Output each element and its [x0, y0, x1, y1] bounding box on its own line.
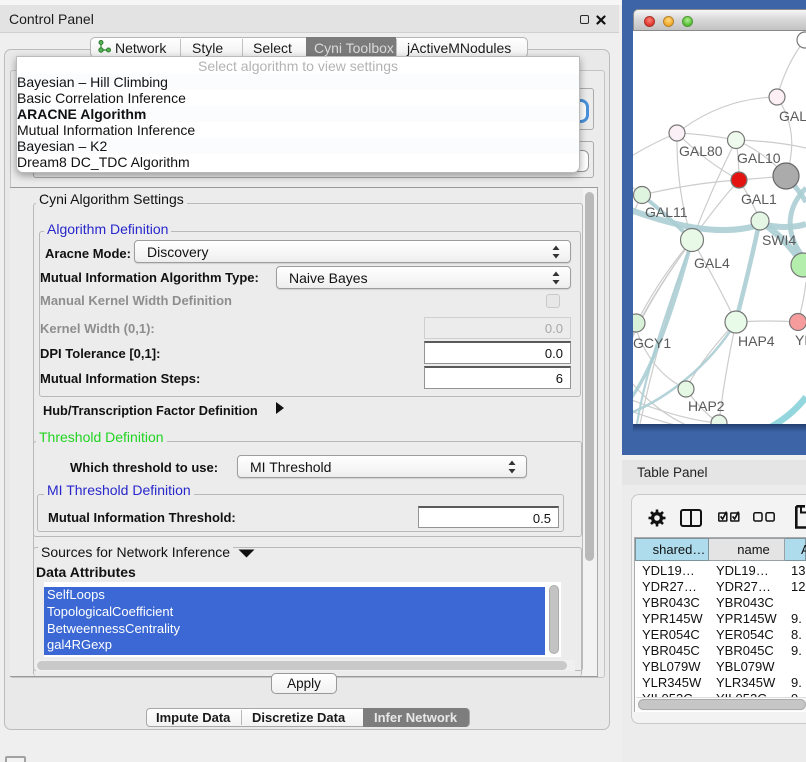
- svg-text:GCY1: GCY1: [633, 335, 671, 351]
- svg-text:GAL2: GAL2: [779, 108, 806, 124]
- svg-text:HAP4: HAP4: [738, 333, 775, 349]
- svg-text:HAP2: HAP2: [688, 398, 725, 414]
- svg-text:YD: YD: [795, 332, 806, 348]
- svg-text:GAL11: GAL11: [645, 204, 688, 220]
- svg-text:GAL10: GAL10: [737, 150, 781, 166]
- svg-text:GAL80: GAL80: [679, 143, 723, 159]
- svg-text:SWI4: SWI4: [762, 232, 796, 248]
- svg-text:GAL1: GAL1: [741, 191, 777, 207]
- svg-text:GAL4: GAL4: [694, 255, 730, 271]
